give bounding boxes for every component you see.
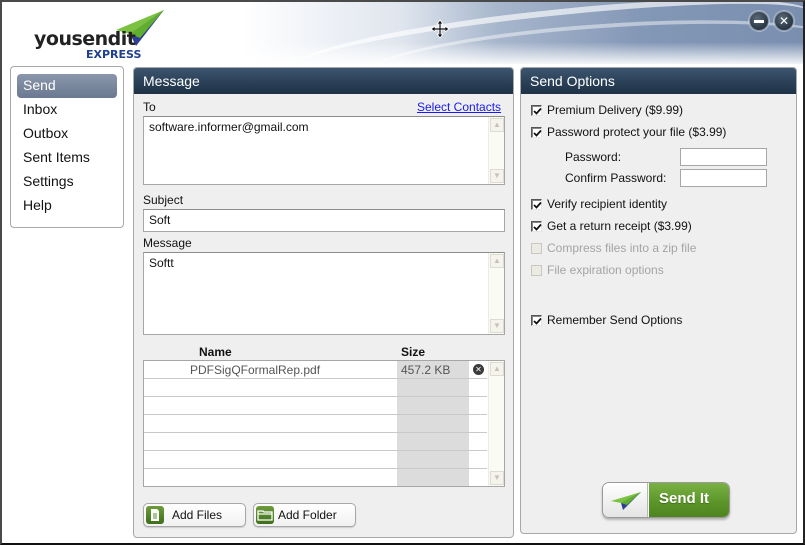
option-label: Get a return receipt ($3.99) bbox=[547, 219, 692, 233]
scroll-up-icon[interactable]: ▲ bbox=[490, 254, 504, 268]
send-it-label: Send It bbox=[659, 490, 710, 507]
option-label: Password protect your file ($3.99) bbox=[547, 125, 727, 139]
checkbox-checked-icon[interactable] bbox=[531, 127, 542, 138]
sidebar-item-sent-items[interactable]: Sent Items bbox=[17, 146, 117, 170]
brand-name: yousendit bbox=[34, 28, 136, 50]
message-panel: Message To Select Contacts software.info… bbox=[133, 67, 514, 538]
send-options-title: Send Options bbox=[521, 68, 796, 94]
file-list-scrollbar[interactable]: ▲ ▼ bbox=[488, 361, 504, 486]
remove-file-icon[interactable]: ✕ bbox=[473, 364, 484, 375]
to-field[interactable]: software.informer@gmail.com ▲ ▼ bbox=[143, 116, 505, 185]
move-cursor-icon bbox=[430, 19, 450, 39]
file-row-empty bbox=[144, 379, 487, 397]
checkbox-unchecked-icon bbox=[531, 243, 542, 254]
add-files-button[interactable]: Add Files bbox=[143, 503, 246, 527]
to-scrollbar[interactable]: ▲ ▼ bbox=[488, 117, 504, 184]
sidebar-item-inbox[interactable]: Inbox bbox=[17, 98, 117, 122]
sidebar-item-help[interactable]: Help bbox=[17, 194, 117, 218]
option-label: Compress files into a zip file bbox=[547, 241, 697, 255]
file-row-empty bbox=[144, 397, 487, 415]
subject-field[interactable]: Soft bbox=[143, 209, 505, 232]
checkbox-unchecked-icon bbox=[531, 265, 542, 276]
add-files-label: Add Files bbox=[172, 508, 223, 522]
brand-edition: EXPRESS bbox=[86, 48, 142, 61]
close-button[interactable]: ✕ bbox=[774, 11, 794, 31]
title-bar[interactable]: yousendit EXPRESS ✕ bbox=[2, 2, 803, 111]
confirm-password-input[interactable] bbox=[680, 169, 767, 187]
file-row-empty bbox=[144, 433, 487, 451]
paper-plane-icon bbox=[611, 492, 641, 510]
send-button-icon-area bbox=[603, 483, 648, 517]
minimize-icon bbox=[754, 20, 764, 23]
sidebar-nav: Send Inbox Outbox Sent Items Settings He… bbox=[10, 66, 124, 228]
file-name: PDFSigQFormalRep.pdf bbox=[190, 363, 321, 377]
scroll-down-icon[interactable]: ▼ bbox=[490, 169, 504, 183]
checkbox-checked-icon[interactable] bbox=[531, 105, 542, 116]
file-row-empty bbox=[144, 469, 487, 486]
checkbox-checked-icon[interactable] bbox=[531, 315, 542, 326]
scroll-up-icon[interactable]: ▲ bbox=[490, 362, 504, 376]
file-list: PDFSigQFormalRep.pdf 457.2 KB ✕ ▲ ▼ bbox=[143, 360, 505, 487]
password-input[interactable] bbox=[680, 148, 767, 166]
subject-value: Soft bbox=[149, 213, 171, 227]
send-options-panel: Send Options Premium Delivery ($9.99) Pa… bbox=[520, 67, 797, 534]
file-row[interactable]: PDFSigQFormalRep.pdf 457.2 KB ✕ bbox=[144, 361, 487, 379]
message-field[interactable]: Softt ▲ ▼ bbox=[143, 252, 505, 335]
confirm-password-label: Confirm Password: bbox=[565, 171, 667, 185]
checkbox-checked-icon[interactable] bbox=[531, 221, 542, 232]
file-column-name[interactable]: Name bbox=[199, 345, 232, 359]
folder-icon bbox=[256, 506, 274, 524]
message-panel-title: Message bbox=[134, 68, 513, 94]
scroll-down-icon[interactable]: ▼ bbox=[490, 471, 504, 485]
scroll-down-icon[interactable]: ▼ bbox=[490, 319, 504, 333]
option-label: File expiration options bbox=[547, 263, 664, 277]
sidebar-item-settings[interactable]: Settings bbox=[17, 170, 117, 194]
message-value: Softt bbox=[149, 256, 174, 270]
send-it-button[interactable]: Send It bbox=[602, 482, 730, 518]
subject-label: Subject bbox=[143, 193, 184, 207]
add-folder-button[interactable]: Add Folder bbox=[253, 503, 356, 527]
message-scrollbar[interactable]: ▲ ▼ bbox=[488, 253, 504, 334]
to-value: software.informer@gmail.com bbox=[149, 120, 309, 134]
scroll-up-icon[interactable]: ▲ bbox=[490, 118, 504, 132]
sidebar-item-send[interactable]: Send bbox=[17, 74, 117, 98]
add-folder-label: Add Folder bbox=[278, 508, 337, 522]
message-label: Message bbox=[143, 236, 192, 250]
minimize-button[interactable] bbox=[749, 11, 769, 31]
file-row-empty bbox=[144, 451, 487, 469]
option-label: Premium Delivery ($9.99) bbox=[547, 103, 684, 117]
app-window: yousendit EXPRESS ✕ Send Inbox Outbox Se… bbox=[0, 0, 805, 545]
file-icon bbox=[146, 506, 164, 524]
file-row-empty bbox=[144, 415, 487, 433]
file-column-size[interactable]: Size bbox=[401, 345, 425, 359]
option-label: Remember Send Options bbox=[547, 313, 683, 327]
to-label: To bbox=[143, 100, 156, 114]
option-label: Verify recipient identity bbox=[547, 197, 668, 211]
yousendit-logo: yousendit EXPRESS bbox=[34, 10, 174, 62]
file-size: 457.2 KB bbox=[401, 363, 451, 377]
checkbox-checked-icon[interactable] bbox=[531, 199, 542, 210]
close-icon: ✕ bbox=[778, 14, 790, 28]
sidebar-item-outbox[interactable]: Outbox bbox=[17, 122, 117, 146]
password-label: Password: bbox=[565, 150, 622, 164]
select-contacts-link[interactable]: Select Contacts bbox=[417, 100, 501, 114]
